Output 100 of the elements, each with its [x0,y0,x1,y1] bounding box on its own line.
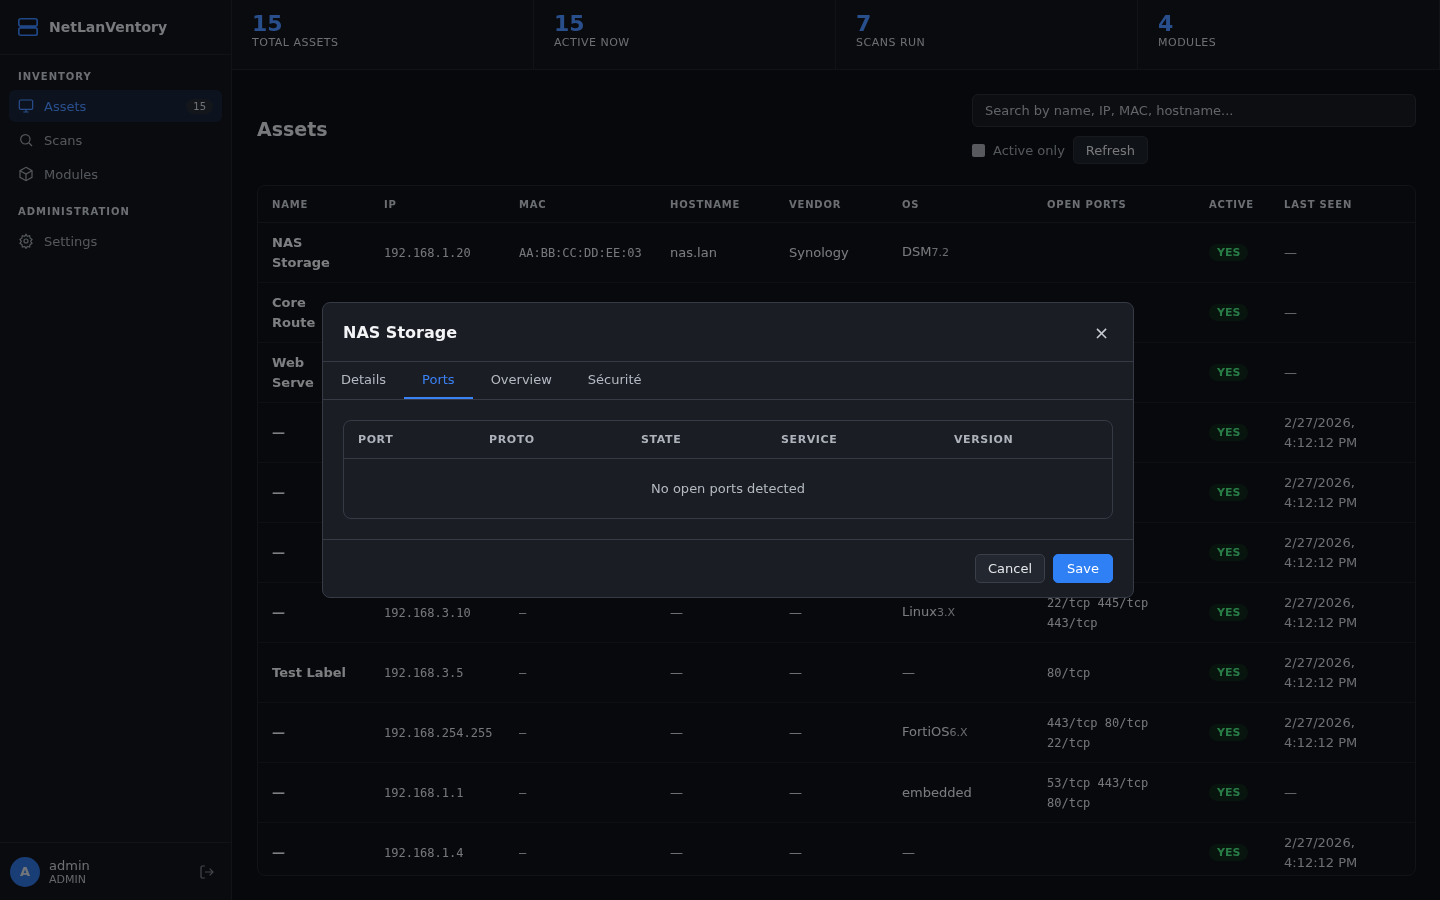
column-header: VERSION [954,433,1015,446]
table-cell: 2/27/2026, 4:12:12 PM [1284,534,1358,570]
table-cell: 2/27/2026, 4:12:12 PM [1284,474,1358,510]
stat-label: TOTAL ASSETS [252,36,340,49]
sidebar-item[interactable]: Modules [9,158,222,190]
table-cell: – [519,785,527,800]
stat-label: ACTIVE NOW [554,36,631,49]
tab[interactable]: Ports [404,362,473,399]
close-button[interactable]: × [1089,321,1113,343]
tab[interactable]: Sécurité [569,362,660,399]
status-badge: YES [1209,604,1249,621]
table-cell: nas.lan [670,244,717,260]
table-cell: Synology [789,244,849,260]
table-cell: — [789,604,802,620]
page-title: Assets [257,118,328,140]
table-cell: — [272,784,285,800]
table-cell: — [272,484,285,500]
sidebar-item[interactable]: Scans [9,124,222,156]
server-icon [17,16,39,38]
search-field[interactable]: Search by name, IP, MAC, hostname... [972,94,1416,127]
table-cell-text: 80/tcp [1047,664,1091,682]
table-cell: — [789,844,802,860]
refresh-button[interactable]: Refresh [1072,136,1148,164]
table-cell: 2/27/2026, 4:12:12 PM [1284,654,1358,690]
column-header: NAME [258,186,370,223]
sidebar-item[interactable]: Settings [9,225,222,257]
table-cell: FortiOS6.X [902,724,968,739]
table-cell: — [670,784,683,800]
table-cell: — [789,784,802,800]
stat-value: 7 [856,12,873,36]
table-cell: 192.168.1.4 [384,845,464,860]
save-button[interactable]: Save [1053,554,1113,583]
tab[interactable]: Details [323,362,405,399]
table-cell: Web Serve [272,354,314,390]
status-badge: YES [1209,784,1249,801]
table-cell: — [1284,784,1297,800]
modal-title: NAS Storage [343,322,458,342]
table-cell: — [1284,364,1297,380]
column-header: ACTIVE [1195,186,1270,223]
table-cell: – [519,725,527,740]
table-cell: — [902,844,915,860]
table-cell: – [519,665,527,680]
section-heading: INVENTORY [17,71,93,84]
table-cell-text: 22/tcp 445/tcp 443/tcp [1047,594,1150,632]
logout-icon[interactable] [199,863,215,880]
table-cell: — [272,424,285,440]
app-name: NetLanVentory [49,19,168,35]
table-cell: 192.168.3.10 [384,605,471,620]
table-cell: — [272,544,285,560]
status-badge: YES [1209,664,1249,681]
table-cell-text: 53/tcp 443/tcp 80/tcp [1047,774,1150,812]
column-header: IP [370,186,505,223]
status-badge: YES [1209,424,1249,441]
user-avatar: A [10,856,40,887]
status-badge: YES [1209,304,1249,321]
table-cell: 2/27/2026, 4:12:12 PM [1284,414,1358,450]
sidebar-item[interactable]: Assets 15 [9,90,222,122]
user-name: admin [49,857,91,873]
empty-message: No open ports detected [651,481,805,496]
table-cell: – [519,605,527,620]
cancel-button[interactable]: Cancel [975,554,1046,583]
table-cell: 192.168.254.255 [384,725,493,740]
table-cell: – [519,845,527,860]
table-cell: — [789,664,802,680]
table-cell: — [670,844,683,860]
table-cell: embedded [902,784,972,800]
table-cell: 192.168.3.5 [384,665,464,680]
user-role: ADMIN [49,872,87,886]
table-cell: — [670,604,683,620]
column-header: HOSTNAME [656,186,775,223]
column-header: PROTO [489,433,536,446]
cube-icon [18,166,34,182]
column-header: LAST SEEN [1270,186,1415,223]
status-badge: YES [1209,544,1249,561]
table-cell: — [1284,244,1297,260]
table-cell: — [670,724,683,740]
table-cell: — [1284,304,1297,320]
stat-value: 15 [252,12,284,36]
table-cell: — [670,664,683,680]
stat-value: 4 [1158,12,1175,36]
status-badge: YES [1209,844,1249,861]
table-cell: AA:BB:CC:DD:EE:03 [519,245,642,260]
status-badge: YES [1209,244,1249,261]
column-header: VENDOR [775,186,888,223]
table-cell: — [902,664,915,680]
table-cell: Linux3.X [902,604,956,619]
table-cell-text: 443/tcp 80/tcp 22/tcp [1047,714,1150,752]
column-header: PORT [358,433,395,446]
status-badge: YES [1209,364,1249,381]
column-header: SERVICE [781,433,839,446]
table-cell: — [272,844,285,860]
column-header: STATE [641,433,683,446]
stat-value: 15 [554,12,586,36]
stat-label: MODULES [1158,36,1218,49]
tab[interactable]: Overview [472,362,570,399]
column-header: OS [888,186,1033,223]
table-cell: Test Label [272,664,347,680]
checkbox[interactable] [972,143,985,157]
stat-label: SCANS RUN [856,36,927,49]
settings-icon [18,233,34,249]
